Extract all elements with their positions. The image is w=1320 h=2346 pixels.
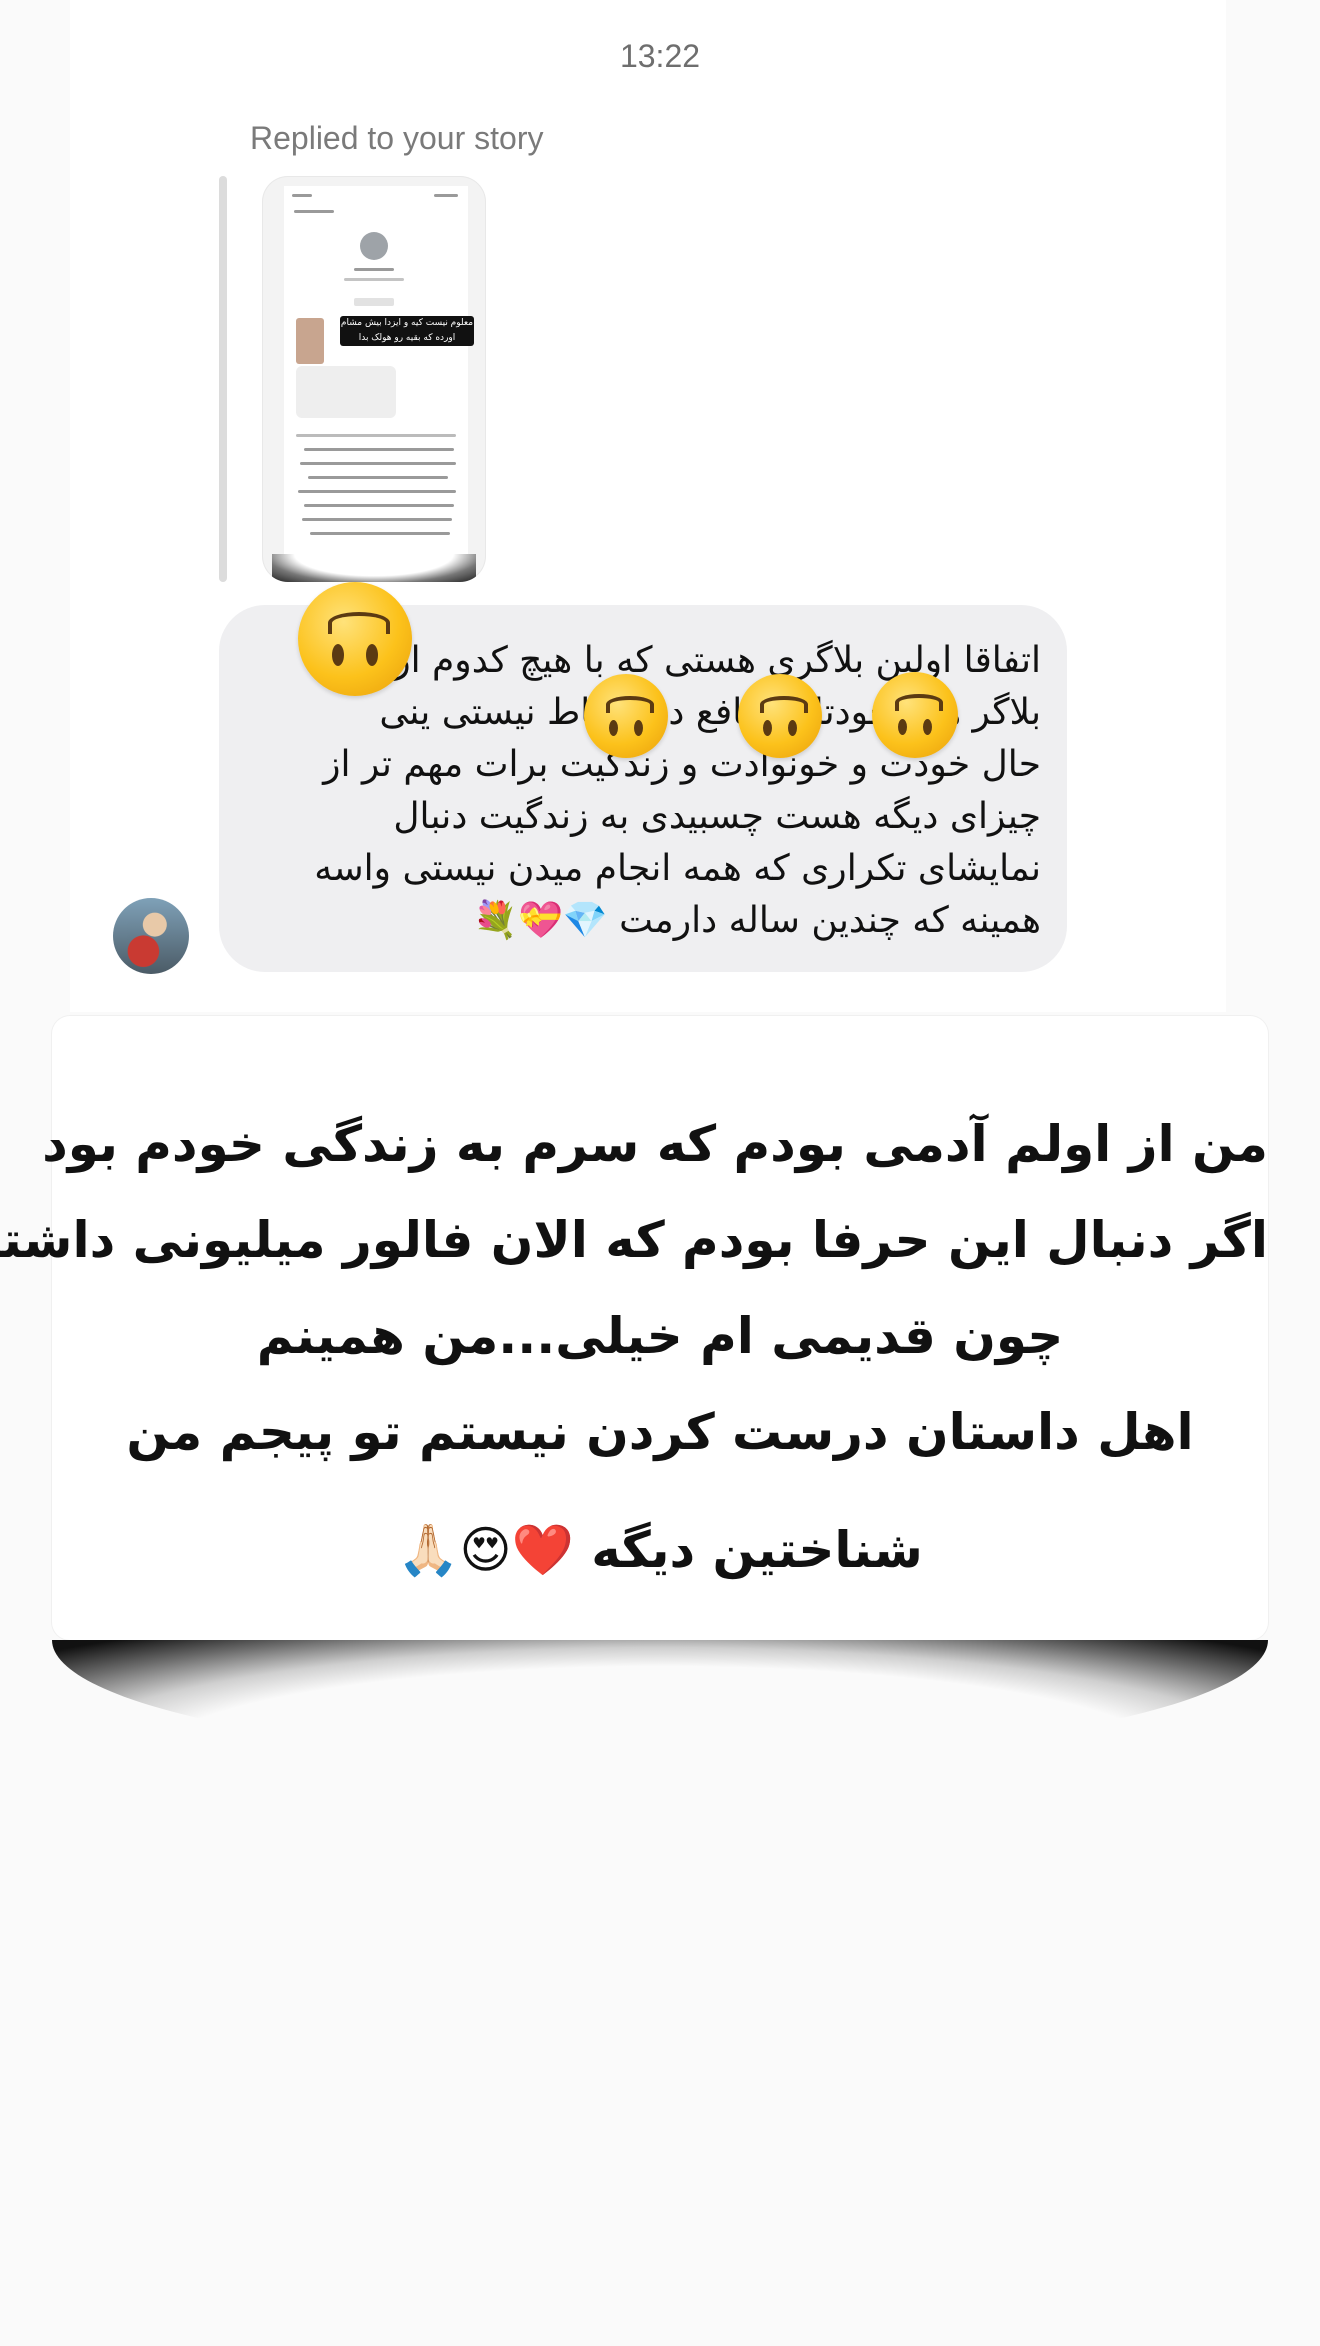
story-reply-thumbnail[interactable]: معلوم نیست کیه و ایزدا بیش مشام اورده که… [262,176,486,582]
page-curl-shadow [52,1640,1268,1760]
story-thumbnail-curl [272,554,476,582]
upside-down-face-icon [298,582,412,696]
story-card-line: اگر دنبال این حرفا بودم که الان فالور می… [0,1211,1268,1269]
story-thumbnail-overlay-text: معلوم نیست کیه و ایزدا بیش مشام اورده که… [340,316,474,346]
upside-down-face-icon [872,672,958,758]
reply-indicator-bar [219,176,227,582]
message-timestamp: 13:22 [619,38,701,74]
story-card-line: من از اولم آدمی بودم که سرم به زندگی خود… [42,1115,1268,1173]
sender-avatar[interactable] [113,898,189,974]
message-line: همینه که چندین ساله دارمت 💎💝💐 [473,900,1041,941]
story-text-card: من از اولم آدمی بودم که سرم به زندگی خود… [0,1016,1268,1640]
message-line: نمایشای تکراری که همه انجام میدن نیستی و… [314,848,1041,889]
story-card-line: اهل داستان درست کردن نیستم تو پیجم من [126,1403,1194,1461]
story-card-line: شناختین دیگه ❤️😍🙏🏻 [397,1521,923,1579]
story-card-text: من از اولم آدمی بودم که سرم به زندگی خود… [0,1096,1268,1598]
story-thumbnail-screenshot: معلوم نیست کیه و ایزدا بیش مشام اورده که… [284,186,474,556]
upside-down-face-icon [584,674,668,758]
message-line: چیزای دیگه هست چسبیدی به زندگیت دنبال [393,796,1041,837]
reply-caption: Replied to your story [250,120,544,156]
upside-down-face-icon [738,674,822,758]
story-card-line: چون قدیمی ام خیلی...من همینم [256,1307,1064,1365]
